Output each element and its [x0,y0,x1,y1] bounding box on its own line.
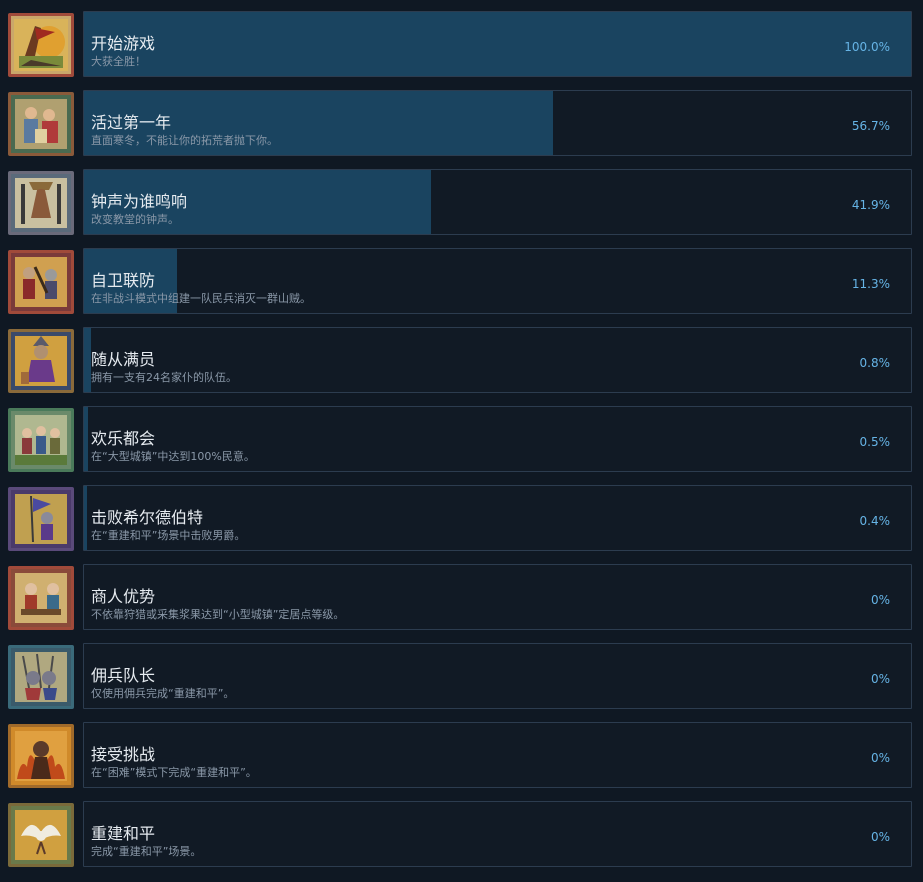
baron-battle-icon [8,487,74,551]
achievement-list: 开始游戏 大获全胜！ 100.0% 活过第一年 直面寒冬，不能让你的拓荒者抛下你… [0,0,923,882]
unlock-percent: 0% [870,593,890,607]
achievement-row: 重建和平 完成“重建和平”场景。 0% [0,801,923,869]
achievement-row: 商人优势 不依靠狩猎或采集浆果达到“小型城镇”定居点等级。 0% [0,564,923,632]
unlock-percent: 0.8% [859,356,891,370]
achievement-title: 商人优势 [91,587,156,606]
victory-banner-icon [8,13,74,77]
achievement-title: 击败希尔德伯特 [91,508,204,527]
achievement-row: 欢乐都会 在“大型城镇”中达到100%民意。 0.5% [0,406,923,474]
achievement-description: 直面寒冬，不能让你的拓荒者抛下你。 [91,134,278,147]
achievement-description: 在“大型城镇”中达到100%民意。 [91,450,255,463]
achievement-title: 重建和平 [91,824,156,843]
achievement-description: 完成“重建和平”场景。 [91,845,202,858]
achievement-row: 佣兵队长 仅使用佣兵完成“重建和平”。 0% [0,643,923,711]
unlock-percent: 0% [870,751,890,765]
peace-dove-icon [8,803,74,867]
achievement-title: 开始游戏 [91,34,156,53]
achievement-description: 仅使用佣兵完成“重建和平”。 [91,687,235,700]
achievement-title: 钟声为谁鸣响 [91,192,188,211]
progress-fill [84,486,88,550]
achievement-card: 接受挑战 在“困难”模式下完成“重建和平”。 0% [83,722,912,788]
unlock-percent: 56.7% [851,119,890,133]
achievement-card: 随从满员 拥有一支有24名家仆的队伍。 0.8% [83,327,912,393]
achievement-title: 活过第一年 [91,113,172,132]
retinue-lord-icon [8,329,74,393]
achievement-card: 活过第一年 直面寒冬，不能让你的拓荒者抛下你。 56.7% [83,90,912,156]
unlock-percent: 0% [870,672,890,686]
achievement-row: 接受挑战 在“困难”模式下完成“重建和平”。 0% [0,722,923,790]
merchant-trade-icon [8,566,74,630]
achievement-row: 随从满员 拥有一支有24名家仆的队伍。 0.8% [0,327,923,395]
unlock-percent: 0.5% [859,435,891,449]
achievement-row: 击败希尔德伯特 在“重建和平”场景中击败男爵。 0.4% [0,485,923,553]
achievement-description: 拥有一支有24名家仆的队伍。 [91,371,237,384]
progress-fill [84,407,89,471]
achievement-row: 钟声为谁鸣响 改变教堂的钟声。 41.9% [0,169,923,237]
achievement-card: 击败希尔德伯特 在“重建和平”场景中击败男爵。 0.4% [83,485,912,551]
achievement-row: 自卫联防 在非战斗模式中组建一队民兵消灭一群山贼。 11.3% [0,248,923,316]
achievement-description: 改变教堂的钟声。 [91,213,179,226]
achievement-card: 钟声为谁鸣响 改变教堂的钟声。 41.9% [83,169,912,235]
achievement-description: 在非战斗模式中组建一队民兵消灭一群山贼。 [91,292,311,305]
achievement-title: 自卫联防 [91,271,156,290]
achievement-title: 欢乐都会 [91,429,156,448]
achievement-card: 商人优势 不依靠狩猎或采集浆果达到“小型城镇”定居点等级。 0% [83,564,912,630]
achievement-card: 开始游戏 大获全胜！ 100.0% [83,11,912,77]
dancing-villagers-icon [8,408,74,472]
beast-fire-icon [8,724,74,788]
achievement-row: 活过第一年 直面寒冬，不能让你的拓荒者抛下你。 56.7% [0,90,923,158]
achievement-description: 大获全胜！ [91,55,146,68]
achievement-title: 随从满员 [91,350,156,369]
achievement-card: 佣兵队长 仅使用佣兵完成“重建和平”。 0% [83,643,912,709]
achievement-card: 重建和平 完成“重建和平”场景。 0% [83,801,912,867]
unlock-percent: 0% [870,830,890,844]
church-bell-icon [8,171,74,235]
unlock-percent: 11.3% [851,277,890,291]
achievement-description: 不依靠狩猎或采集浆果达到“小型城镇”定居点等级。 [91,608,345,621]
militia-battle-icon [8,250,74,314]
achievement-title: 佣兵队长 [91,666,156,685]
unlock-percent: 100.0% [844,40,890,54]
achievement-card: 欢乐都会 在“大型城镇”中达到100%民意。 0.5% [83,406,912,472]
progress-fill [84,328,91,392]
achievement-title: 接受挑战 [91,745,156,764]
achievement-row: 开始游戏 大获全胜！ 100.0% [0,11,923,79]
settlers-family-icon [8,92,74,156]
mercenary-captain-icon [8,645,74,709]
unlock-percent: 41.9% [851,198,890,212]
unlock-percent: 0.4% [859,514,891,528]
progress-fill [84,12,911,76]
achievement-description: 在“重建和平”场景中击败男爵。 [91,529,246,542]
achievement-description: 在“困难”模式下完成“重建和平”。 [91,766,257,779]
achievement-card: 自卫联防 在非战斗模式中组建一队民兵消灭一群山贼。 11.3% [83,248,912,314]
